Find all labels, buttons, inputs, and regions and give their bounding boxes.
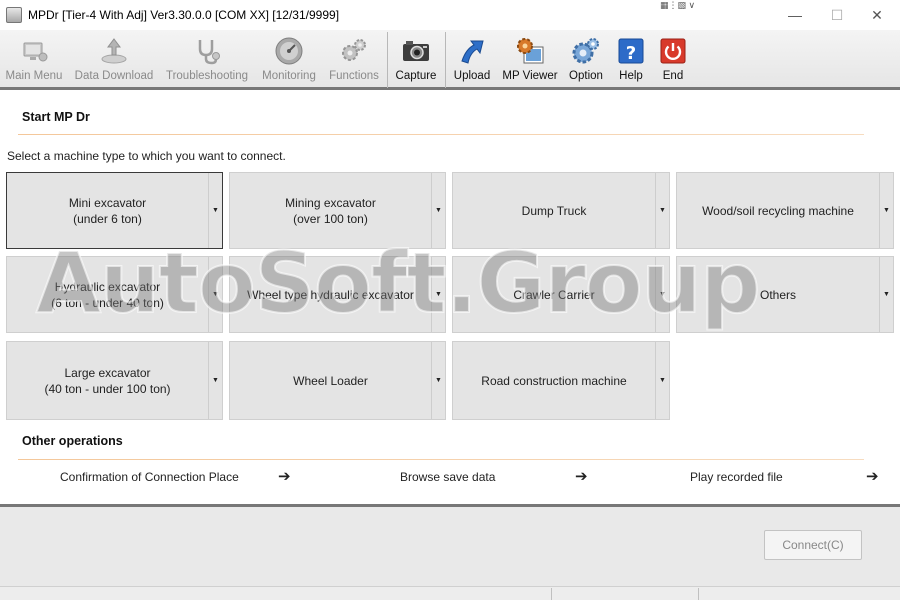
toolbar-functions-button[interactable]: Functions: [324, 30, 384, 88]
arrow-right-icon[interactable]: ➔: [866, 467, 879, 485]
stethoscope-icon: [191, 35, 223, 67]
toolbar-label: Troubleshooting: [165, 70, 249, 82]
machine-wheel-hydraulic-excavator-button[interactable]: Wheel type hydraulic excavator ▼: [229, 256, 446, 333]
ime-indicator[interactable]: ▦⋮▧ ∨: [660, 0, 695, 11]
machine-mini-excavator-button[interactable]: Mini excavator (under 6 ton) ▼: [6, 172, 223, 249]
toolbar-label: Functions: [329, 70, 379, 82]
machine-label: Crawler Carrier: [513, 287, 595, 302]
toolbar-label: Option: [569, 70, 603, 82]
toolbar-end-button[interactable]: End: [654, 30, 692, 88]
machine-mining-excavator-button[interactable]: Mining excavator (over 100 ton) ▼: [229, 172, 446, 249]
dropdown-arrow-icon[interactable]: ▼: [655, 173, 669, 248]
status-divider: [551, 588, 552, 600]
dropdown-arrow-icon[interactable]: ▼: [655, 342, 669, 419]
dropdown-arrow-icon[interactable]: ▼: [879, 173, 893, 248]
start-section-title: Start MP Dr: [22, 110, 90, 124]
machine-label: Others: [759, 287, 796, 302]
help-icon: ?: [615, 35, 647, 67]
minimize-button[interactable]: —: [772, 0, 818, 30]
data-download-icon: [98, 35, 130, 67]
confirmation-connection-place-link[interactable]: Confirmation of Connection Place: [60, 470, 239, 484]
status-bar: [0, 586, 900, 600]
instruction-text: Select a machine type to which you want …: [7, 149, 286, 163]
toolbar-label: Monitoring: [262, 70, 316, 82]
browse-save-data-link[interactable]: Browse save data: [400, 470, 495, 484]
section-divider: [18, 134, 864, 135]
machine-label: Road construction machine: [481, 373, 627, 388]
dropdown-arrow-icon[interactable]: ▼: [431, 342, 445, 419]
toolbar-label: Data Download: [74, 70, 154, 82]
option-gear-icon: [570, 35, 602, 67]
toolbar-capture-button[interactable]: Capture: [390, 30, 442, 88]
toolbar-separator: [387, 32, 388, 88]
toolbar-monitoring-button[interactable]: Monitoring: [258, 30, 320, 88]
app-icon: [6, 7, 22, 23]
toolbar-label: Main Menu: [5, 70, 63, 82]
connect-button[interactable]: Connect(C): [764, 530, 862, 560]
machine-label: Wood/soil recycling machine: [702, 203, 854, 218]
dropdown-arrow-icon[interactable]: ▼: [431, 257, 445, 332]
machine-dump-truck-button[interactable]: Dump Truck ▼: [452, 172, 670, 249]
machine-label: Large excavator (40 ton - under 100 ton): [44, 365, 171, 396]
machine-label: Wheel Loader: [293, 373, 368, 388]
arrow-right-icon[interactable]: ➔: [278, 467, 291, 485]
dropdown-arrow-icon[interactable]: ▼: [208, 173, 222, 248]
toolbar-help-button[interactable]: ? Help: [612, 30, 650, 88]
main-menu-icon: [18, 35, 50, 67]
machine-label: Mini excavator (under 6 ton): [68, 195, 147, 226]
svg-text:?: ?: [626, 43, 636, 64]
toolbar-label: MP Viewer: [502, 70, 558, 82]
play-recorded-file-link[interactable]: Play recorded file: [690, 470, 783, 484]
camera-icon: [400, 35, 432, 67]
machine-road-construction-button[interactable]: Road construction machine ▼: [452, 341, 670, 420]
dropdown-arrow-icon[interactable]: ▼: [208, 257, 222, 332]
dropdown-arrow-icon[interactable]: ▼: [208, 342, 222, 419]
machine-label: Dump Truck: [521, 203, 587, 218]
functions-gears-icon: [338, 35, 370, 67]
status-divider: [698, 588, 699, 600]
gauge-icon: [273, 35, 305, 67]
machine-label: Mining excavator (over 100 ton): [285, 195, 376, 226]
toolbar-label: Upload: [453, 70, 491, 82]
machine-wheel-loader-button[interactable]: Wheel Loader ▼: [229, 341, 446, 420]
title-bar: MPDr [Tier-4 With Adj] Ver3.30.0.0 [COM …: [0, 0, 900, 30]
machine-hydraulic-excavator-button[interactable]: Hydraulic excavator (6 ton - under 40 to…: [6, 256, 223, 333]
arrow-right-icon[interactable]: ➔: [575, 467, 588, 485]
close-button[interactable]: ✕: [854, 0, 900, 30]
machine-label: Wheel type hydraulic excavator: [247, 287, 414, 302]
toolbar-upload-button[interactable]: Upload: [448, 30, 496, 88]
toolbar: Main Menu Data Download Troubleshooting …: [0, 30, 900, 90]
power-icon: [657, 35, 689, 67]
section-divider: [18, 459, 864, 460]
machine-wood-soil-recycling-button[interactable]: Wood/soil recycling machine ▼: [676, 172, 894, 249]
machine-others-button[interactable]: Others ▼: [676, 256, 894, 333]
dropdown-arrow-icon[interactable]: ▼: [879, 257, 893, 332]
dropdown-arrow-icon[interactable]: ▼: [431, 173, 445, 248]
toolbar-data-download-button[interactable]: Data Download: [72, 30, 156, 88]
toolbar-label: Capture: [395, 70, 437, 82]
toolbar-separator: [445, 32, 446, 88]
upload-arrow-icon: [456, 35, 488, 67]
dropdown-arrow-icon[interactable]: ▼: [655, 257, 669, 332]
other-operations-title: Other operations: [22, 434, 123, 448]
toolbar-mp-viewer-button[interactable]: MP Viewer: [500, 30, 560, 88]
toolbar-label: End: [662, 70, 684, 82]
mp-viewer-icon: [514, 35, 546, 67]
toolbar-option-button[interactable]: Option: [564, 30, 608, 88]
window-title: MPDr [Tier-4 With Adj] Ver3.30.0.0 [COM …: [28, 8, 340, 22]
toolbar-label: Help: [619, 70, 643, 82]
machine-large-excavator-button[interactable]: Large excavator (40 ton - under 100 ton)…: [6, 341, 223, 420]
toolbar-main-menu-button[interactable]: Main Menu: [0, 30, 68, 88]
machine-label: Hydraulic excavator (6 ton - under 40 to…: [51, 279, 164, 310]
toolbar-troubleshooting-button[interactable]: Troubleshooting: [160, 30, 254, 88]
machine-crawler-carrier-button[interactable]: Crawler Carrier ▼: [452, 256, 670, 333]
